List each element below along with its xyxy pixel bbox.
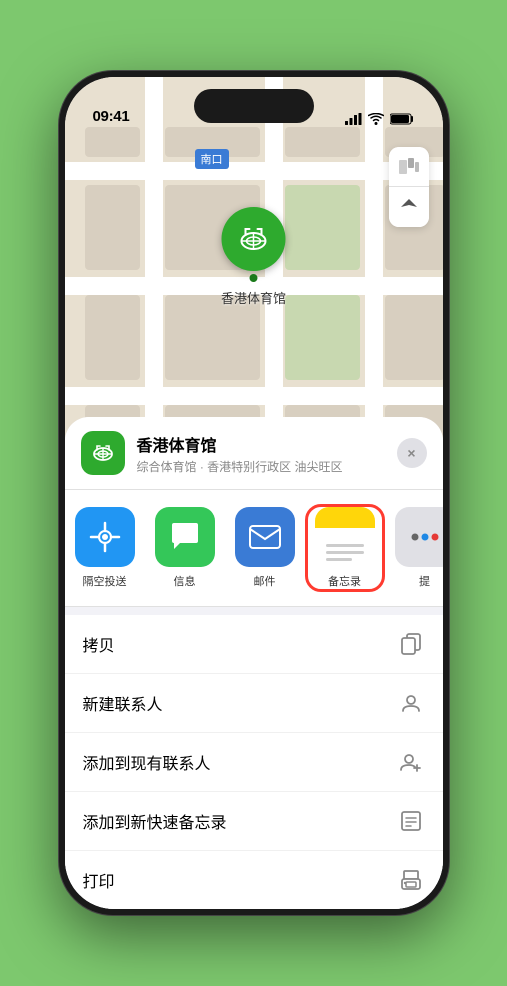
messages-label: 信息 xyxy=(174,573,196,589)
bottom-sheet: 香港体育馆 综合体育馆 · 香港特别行政区 油尖旺区 × xyxy=(65,417,443,909)
phone-frame: 09:41 xyxy=(59,71,449,915)
phone-screen: 09:41 xyxy=(65,77,443,909)
mail-label: 邮件 xyxy=(254,573,276,589)
location-card: 香港体育馆 综合体育馆 · 香港特别行政区 油尖旺区 × xyxy=(65,417,443,490)
action-list: 拷贝 新建联系人 xyxy=(65,615,443,909)
road xyxy=(65,387,443,405)
action-print[interactable]: 打印 xyxy=(65,851,443,909)
map-controls xyxy=(389,147,429,227)
status-icons xyxy=(345,113,415,125)
map-block xyxy=(85,185,140,270)
new-contact-label: 新建联系人 xyxy=(83,691,163,715)
share-row: 隔空投送 信息 xyxy=(65,490,443,607)
notes-lines xyxy=(326,544,364,561)
action-add-existing[interactable]: 添加到现有联系人 xyxy=(65,733,443,792)
printer-icon xyxy=(397,866,425,894)
stadium-pin: 香港体育馆 xyxy=(221,207,286,307)
status-time: 09:41 xyxy=(93,108,130,125)
share-mail[interactable]: 邮件 xyxy=(225,507,305,589)
signal-icon xyxy=(345,113,362,125)
road xyxy=(65,162,443,180)
messages-symbol xyxy=(168,521,202,553)
person-add-icon xyxy=(397,748,425,776)
more-icon xyxy=(395,507,443,567)
share-messages[interactable]: 信息 xyxy=(145,507,225,589)
copy-icon xyxy=(397,630,425,658)
mail-symbol xyxy=(248,524,282,550)
notes-line xyxy=(326,558,353,561)
pin-dot xyxy=(249,274,257,282)
map-block xyxy=(285,185,360,270)
notes-line xyxy=(326,551,364,554)
mail-icon xyxy=(235,507,295,567)
venue-icon xyxy=(90,440,116,466)
note-icon xyxy=(397,807,425,835)
battery-icon xyxy=(390,113,415,125)
pin-circle xyxy=(221,207,285,271)
location-icon xyxy=(399,197,419,217)
notes-label: 备忘录 xyxy=(328,573,361,589)
action-new-contact[interactable]: 新建联系人 xyxy=(65,674,443,733)
map-north-label: 南口 xyxy=(195,149,229,169)
share-airdrop[interactable]: 隔空投送 xyxy=(65,507,145,589)
map-type-button[interactable] xyxy=(389,147,429,187)
action-quick-note[interactable]: 添加到新快速备忘录 xyxy=(65,792,443,851)
location-info: 香港体育馆 综合体育馆 · 香港特别行政区 油尖旺区 xyxy=(137,432,385,475)
location-name: 香港体育馆 xyxy=(137,432,385,456)
map-block xyxy=(285,127,360,157)
wifi-icon xyxy=(368,113,384,125)
stadium-icon xyxy=(235,221,271,257)
airdrop-symbol xyxy=(89,521,121,553)
copy-label: 拷贝 xyxy=(83,632,115,656)
location-button[interactable] xyxy=(389,187,429,227)
map-type-icon xyxy=(398,156,420,178)
add-existing-label: 添加到现有联系人 xyxy=(83,750,211,774)
share-notes[interactable]: 备忘录 xyxy=(305,504,385,592)
map-block xyxy=(385,295,443,380)
quick-note-label: 添加到新快速备忘录 xyxy=(83,809,227,833)
map-block xyxy=(285,295,360,380)
map-block xyxy=(85,127,140,157)
print-label: 打印 xyxy=(83,868,115,892)
map-block xyxy=(165,295,260,380)
messages-icon xyxy=(155,507,215,567)
location-description: 综合体育馆 · 香港特别行政区 油尖旺区 xyxy=(137,458,385,475)
notes-icon xyxy=(315,507,375,567)
share-more[interactable]: 提 xyxy=(385,507,443,589)
airdrop-label: 隔空投送 xyxy=(83,573,127,589)
map-block xyxy=(85,295,140,380)
action-copy[interactable]: 拷贝 xyxy=(65,615,443,674)
airdrop-icon xyxy=(75,507,135,567)
close-button[interactable]: × xyxy=(397,438,427,468)
more-label: 提 xyxy=(419,573,430,589)
person-icon xyxy=(397,689,425,717)
more-dots-icon xyxy=(410,522,440,552)
status-bar: 09:41 xyxy=(65,77,443,131)
notes-line xyxy=(326,544,364,547)
location-icon xyxy=(81,431,125,475)
pin-label: 香港体育馆 xyxy=(221,288,286,307)
